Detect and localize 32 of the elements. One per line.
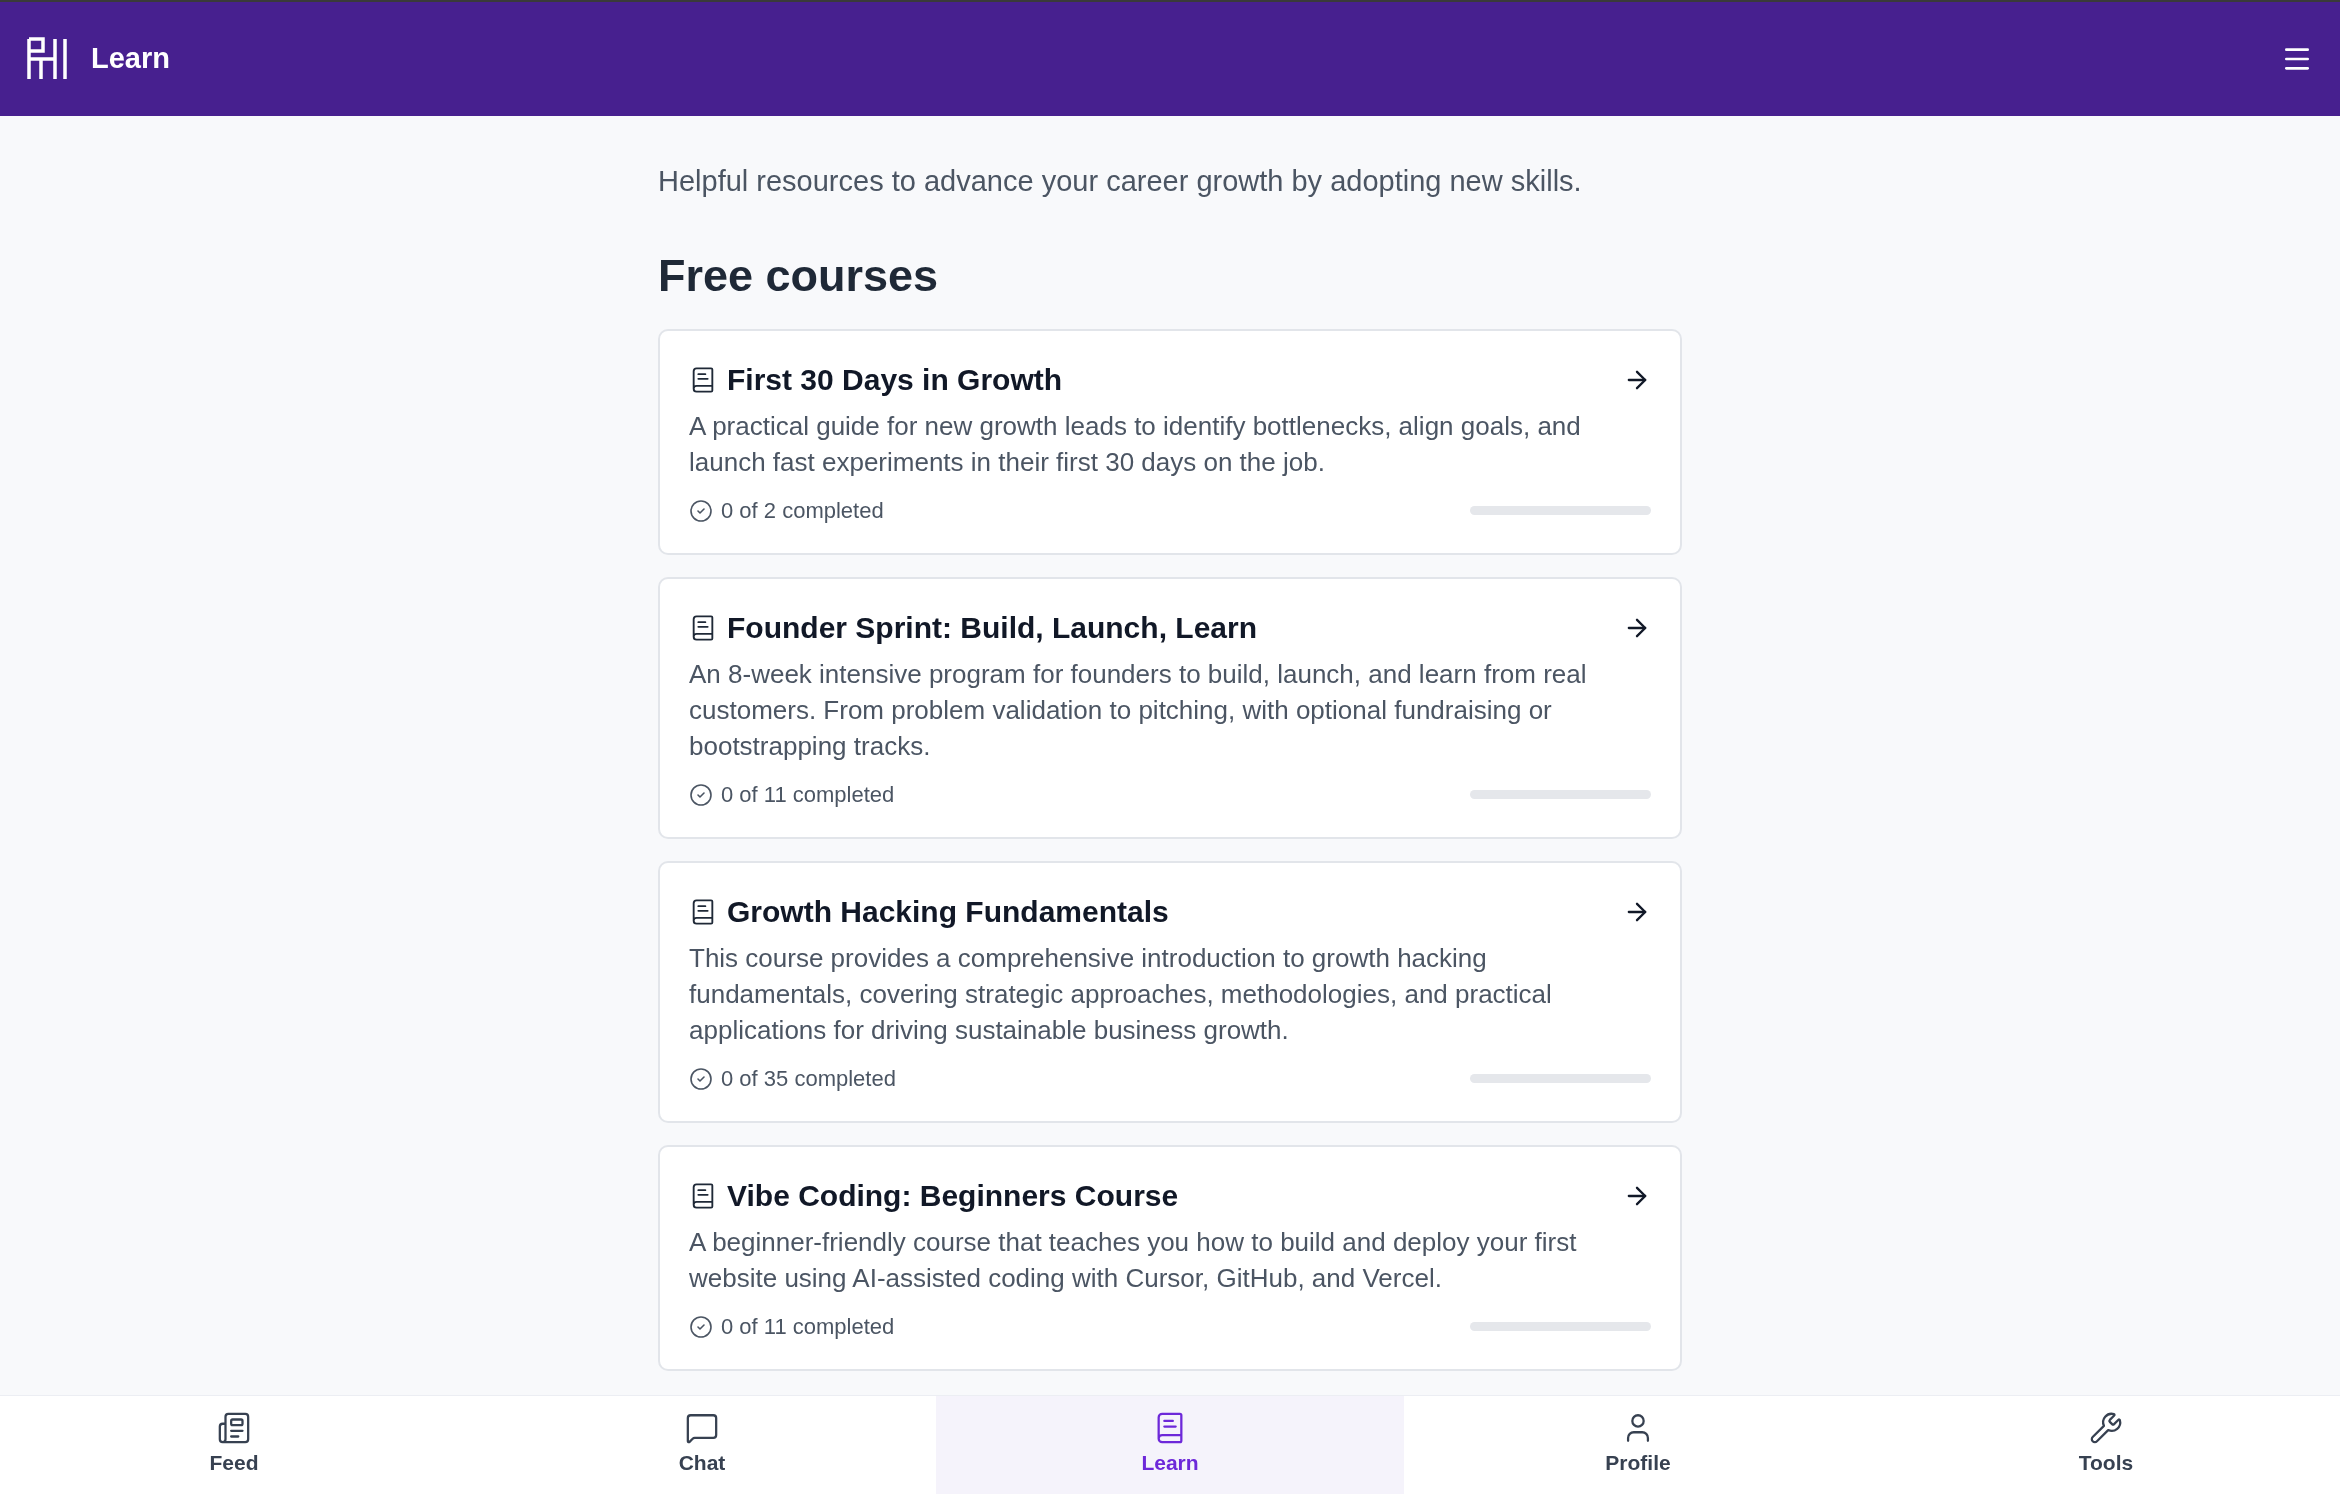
section-heading: Free courses xyxy=(658,248,940,303)
nav-tab[interactable]: Feed xyxy=(0,1396,468,1494)
logo-icon xyxy=(27,37,67,81)
course-title: Founder Sprint: Build, Launch, Learn xyxy=(727,610,1257,646)
nav-tab[interactable]: Learn xyxy=(936,1396,1404,1494)
wrench-icon xyxy=(2089,1411,2123,1446)
course-card[interactable] xyxy=(658,861,1682,1123)
course-card[interactable]: First 30 Days in Growth A practical guide for new growth leads to identify bottlenecks, align goals, and launch fast experiments in their first 30 days on the job. 0 of 2 completed xyxy=(658,329,1682,555)
page-title: Learn xyxy=(91,41,170,77)
progress-text: 0 of 11 completed xyxy=(721,1313,895,1341)
nav-tab[interactable]: Chat xyxy=(468,1396,936,1494)
course-card[interactable]: Vibe Coding: Beginners Course A beginner-friendly course that teaches you how to build and deploy your first website using AI-assisted coding with Cursor, GitHub, and Vercel. 0 of 11 completed xyxy=(658,1145,1682,1371)
chat-bubble-icon xyxy=(685,1411,719,1446)
check-circle-icon xyxy=(689,782,713,807)
nav-tab[interactable]: Profile xyxy=(1404,1396,1872,1494)
check-circle-icon xyxy=(689,498,713,523)
check-circle-icon xyxy=(689,1066,713,1091)
progress-text: 0 of 2 completed xyxy=(721,497,884,525)
intro-text: Helpful resources to advance your career growth by adopting new skills. xyxy=(658,164,1583,199)
course-title: Growth Hacking Fundamentals xyxy=(727,894,1169,930)
course-title: First 30 Days in Growth xyxy=(727,362,1063,398)
newspaper-icon xyxy=(217,1411,251,1446)
course-title: Vibe Coding: Beginners Course xyxy=(727,1178,1179,1214)
nav-tab[interactable]: Tools xyxy=(1872,1396,2340,1494)
course-description: An 8-week intensive program for founders to build, launch, and learn from real customers. From problem validation to pitching, with optional fundraising or bootstrapping tracks. xyxy=(689,658,1588,763)
progress-text: 0 of 35 completed xyxy=(721,1065,896,1093)
progress-text: 0 of 11 completed xyxy=(721,781,895,809)
course-description: A practical guide for new growth leads to identify bottlenecks, align goals, and launch fast experiments in their first 30 days on the job. xyxy=(689,410,1582,479)
course-description: This course provides a comprehensive introduction to growth hacking fundamentals, covering strategic approaches, methodologies, and practical applications for driving sustainable business growth. xyxy=(689,942,1553,1047)
check-circle-icon xyxy=(689,1314,713,1339)
course-description: A beginner-friendly course that teaches you how to build and deploy your first website using AI-assisted coding with Cursor, GitHub, and Vercel. xyxy=(689,1226,1578,1295)
course-card[interactable] xyxy=(658,577,1682,839)
